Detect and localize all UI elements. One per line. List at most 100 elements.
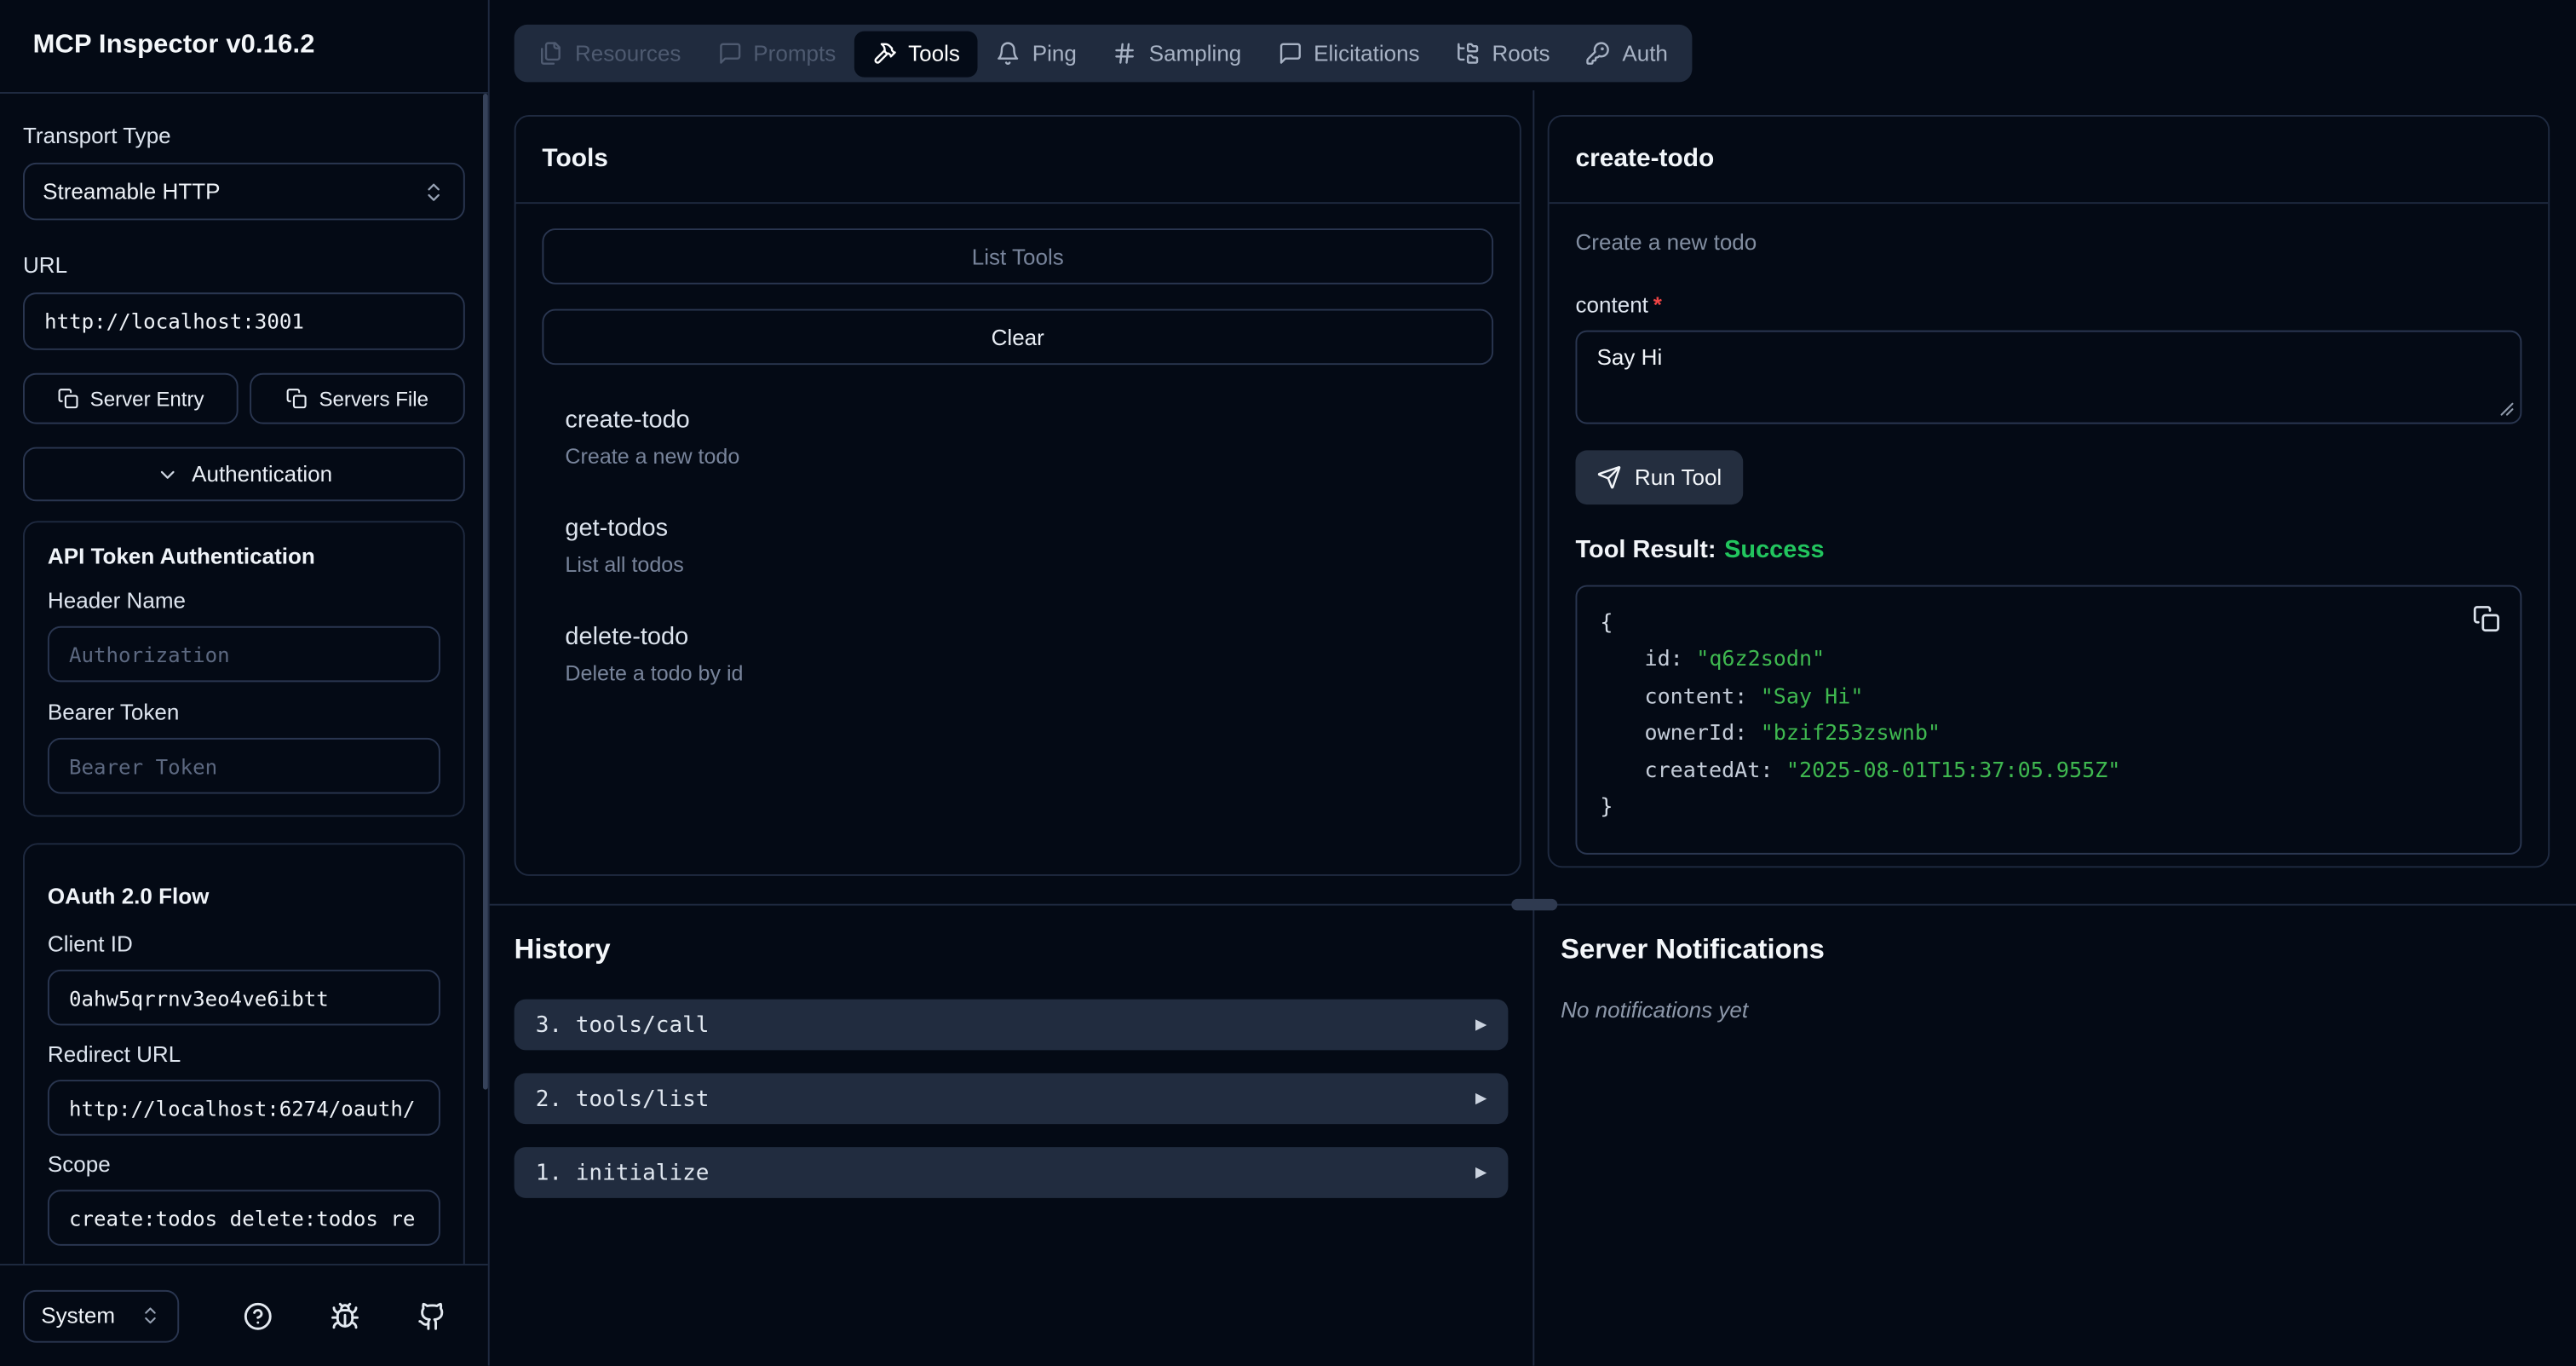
bug-icon [331,1300,360,1330]
tool-detail-panel: create-todo Create a new todo content* S… [1548,115,2550,867]
json-value: "2025-08-01T15:37:05.955Z" [1786,758,2120,783]
tab-label: Elicitations [1314,41,1419,66]
chevron-down-icon [156,463,179,486]
tool-result-label: Tool Result: [1575,536,1716,564]
url-input[interactable] [23,292,465,349]
github-icon [417,1300,447,1330]
expand-arrow-icon: ▶ [1475,1091,1486,1107]
api-token-auth-card: API Token Authentication Header Name Bea… [23,521,465,816]
bug-button[interactable] [331,1300,360,1330]
history-entry[interactable]: 1. initialize ▶ [515,1147,1509,1198]
theme-select-value: System [41,1303,115,1328]
tool-result-status: Success [1724,536,1824,564]
scope-label: Scope [48,1152,440,1179]
list-tools-button[interactable]: List Tools [542,228,1493,285]
tool-list-item[interactable]: delete-todo Delete a todo by id [565,623,1493,687]
history-entry[interactable]: 3. tools/call ▶ [515,1000,1509,1051]
param-label-row: content* [1575,292,2521,317]
url-label: URL [23,253,465,280]
client-id-input[interactable] [48,970,440,1026]
header-name-input[interactable] [48,626,440,683]
copy-icon [57,388,78,409]
tool-description: Delete a todo by id [565,660,1493,687]
hash-icon [1113,41,1137,66]
json-field: ownerId:"bzif253zswnb" [1600,717,2497,753]
tools-panel-header: Tools [516,117,1520,204]
tab-label: Resources [575,41,681,66]
tab-auth[interactable]: Auth [1568,31,1686,77]
copy-icon [2472,605,2500,633]
tools-list: create-todo Create a new todo get-todos … [542,406,1493,687]
history-entry-label: 3. tools/call [536,1012,710,1038]
api-token-auth-title: API Token Authentication [48,544,440,570]
tool-result-line: Tool Result: Success [1575,536,2521,564]
sidebar-content: Transport Type Streamable HTTP URL Serve… [0,94,488,1264]
chevrons-up-down-icon [423,180,446,203]
tool-list-item[interactable]: create-todo Create a new todo [565,406,1493,470]
tool-name: get-todos [565,515,1493,545]
expand-arrow-icon: ▶ [1475,1164,1486,1180]
authentication-toggle-label: Authentication [192,462,332,487]
copy-result-button[interactable] [2472,605,2500,633]
tab-label: Prompts [753,41,836,66]
json-open-brace: { [1600,607,2497,643]
json-value: "Say Hi" [1761,685,1864,710]
sidebar-scrollbar[interactable] [483,94,488,1090]
oauth-flow-card: OAuth 2.0 Flow Client ID Redirect URL Sc… [23,843,465,1264]
json-field: id:"q6z2sodn" [1600,643,2497,680]
tab-prompts[interactable]: Prompts [699,31,854,77]
copy-buttons-row: Server Entry Servers File [23,373,465,424]
splitter-drag-handle[interactable] [1511,899,1557,911]
main-area: Resources Prompts Tools Ping Sampling El… [490,0,2576,1366]
scope-input[interactable] [48,1190,440,1246]
pane-vertical-divider[interactable] [1532,90,1534,1366]
json-field: createdAt: "2025-08-01T15:37:05.955Z" [1600,753,2497,790]
tab-elicitations[interactable]: Elicitations [1259,31,1437,77]
required-marker: * [1653,292,1662,317]
tab-ping[interactable]: Ping [978,31,1095,77]
transport-type-select[interactable]: Streamable HTTP [23,163,465,220]
tool-detail-header: create-todo [1550,117,2549,204]
tool-name: delete-todo [565,623,1493,653]
theme-select[interactable]: System [23,1289,179,1342]
servers-file-button[interactable]: Servers File [250,373,465,424]
sidebar-header: MCP Inspector v0.16.2 [0,0,488,94]
json-close-brace: } [1600,791,2497,827]
expand-arrow-icon: ▶ [1475,1017,1486,1033]
param-content-textarea[interactable]: Say Hi [1577,332,2520,423]
chevrons-up-down-icon [140,1305,161,1326]
tab-tools[interactable]: Tools [854,31,978,77]
run-tool-button[interactable]: Run Tool [1575,450,1743,504]
help-circle-icon [243,1300,273,1330]
tools-panel: Tools List Tools Clear create-todo Creat… [515,115,1521,876]
tab-roots[interactable]: Roots [1438,31,1568,77]
history-entry[interactable]: 2. tools/list ▶ [515,1073,1509,1124]
tab-label: Sampling [1149,41,1242,66]
tool-detail-description: Create a new todo [1575,228,2521,256]
redirect-url-input[interactable] [48,1080,440,1136]
tab-bar: Resources Prompts Tools Ping Sampling El… [515,25,1693,82]
tool-list-item[interactable]: get-todos List all todos [565,515,1493,579]
tab-resources[interactable]: Resources [520,31,699,77]
bell-icon [996,41,1021,66]
client-id-label: Client ID [48,931,440,958]
json-key: ownerId: [1644,722,1747,746]
sidebar: MCP Inspector v0.16.2 Transport Type Str… [0,0,490,1366]
json-field: content:"Say Hi" [1600,680,2497,717]
help-button[interactable] [243,1300,273,1330]
bearer-token-input[interactable] [48,738,440,794]
json-key: createdAt: [1644,758,1773,783]
copy-icon [286,388,308,409]
message-square-icon [717,41,742,66]
github-button[interactable] [417,1300,447,1330]
run-tool-label: Run Tool [1635,465,1722,490]
server-notifications-title: Server Notifications [1561,933,1825,966]
server-entry-button[interactable]: Server Entry [23,373,239,424]
transport-type-value: Streamable HTTP [43,179,220,204]
tab-label: Tools [908,41,960,66]
footer-icons [243,1300,446,1330]
tab-sampling[interactable]: Sampling [1095,31,1259,77]
authentication-toggle[interactable]: Authentication [23,447,465,502]
hammer-icon [872,41,897,66]
clear-tools-button[interactable]: Clear [542,309,1493,366]
